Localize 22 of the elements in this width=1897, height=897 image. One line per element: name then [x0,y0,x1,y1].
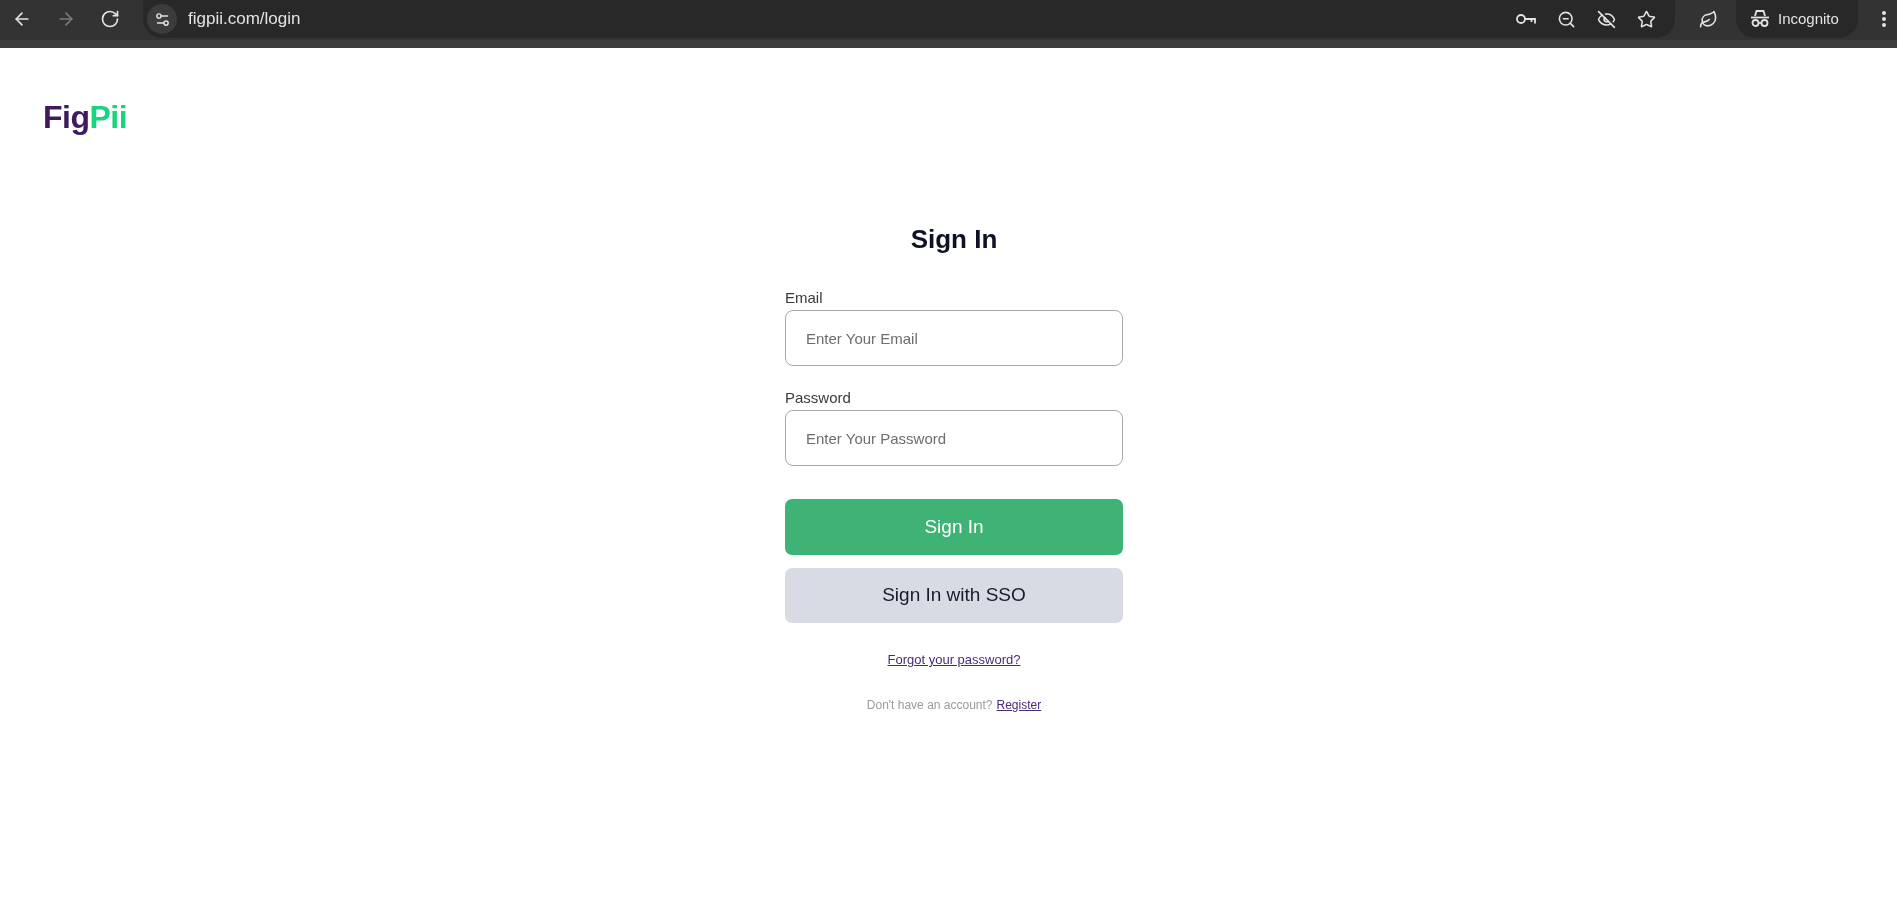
register-prompt-text: Don't have an account? [866,698,993,712]
menu-icon [1882,11,1886,27]
sso-sign-in-button[interactable]: Sign In with SSO [785,568,1123,623]
incognito-icon [1750,10,1770,28]
sliders-icon [153,10,171,28]
field-label: Email [785,289,824,307]
eye-off-icon [1596,9,1616,29]
field-label: Password [785,389,852,407]
star-icon [1636,9,1656,29]
key-icon [1516,13,1536,25]
site-settings-button[interactable] [147,4,177,34]
logo[interactable]: FigPii [43,101,128,133]
input-field[interactable]: Enter Your Password [785,410,1123,466]
profile-button[interactable]: Incognito [1736,0,1858,38]
url-text: figpii.com/login [188,8,301,31]
forgot-password-link[interactable]: Forgot your password? [887,652,1021,668]
leaf-icon [1698,9,1718,29]
zoom-out-icon [1556,9,1576,29]
input-field[interactable]: Enter Your Email [785,310,1123,366]
address-bar[interactable]: figpii.com/login [143,0,1675,38]
register-link[interactable]: Register [996,698,1042,712]
page-title: Sign In [909,226,999,252]
